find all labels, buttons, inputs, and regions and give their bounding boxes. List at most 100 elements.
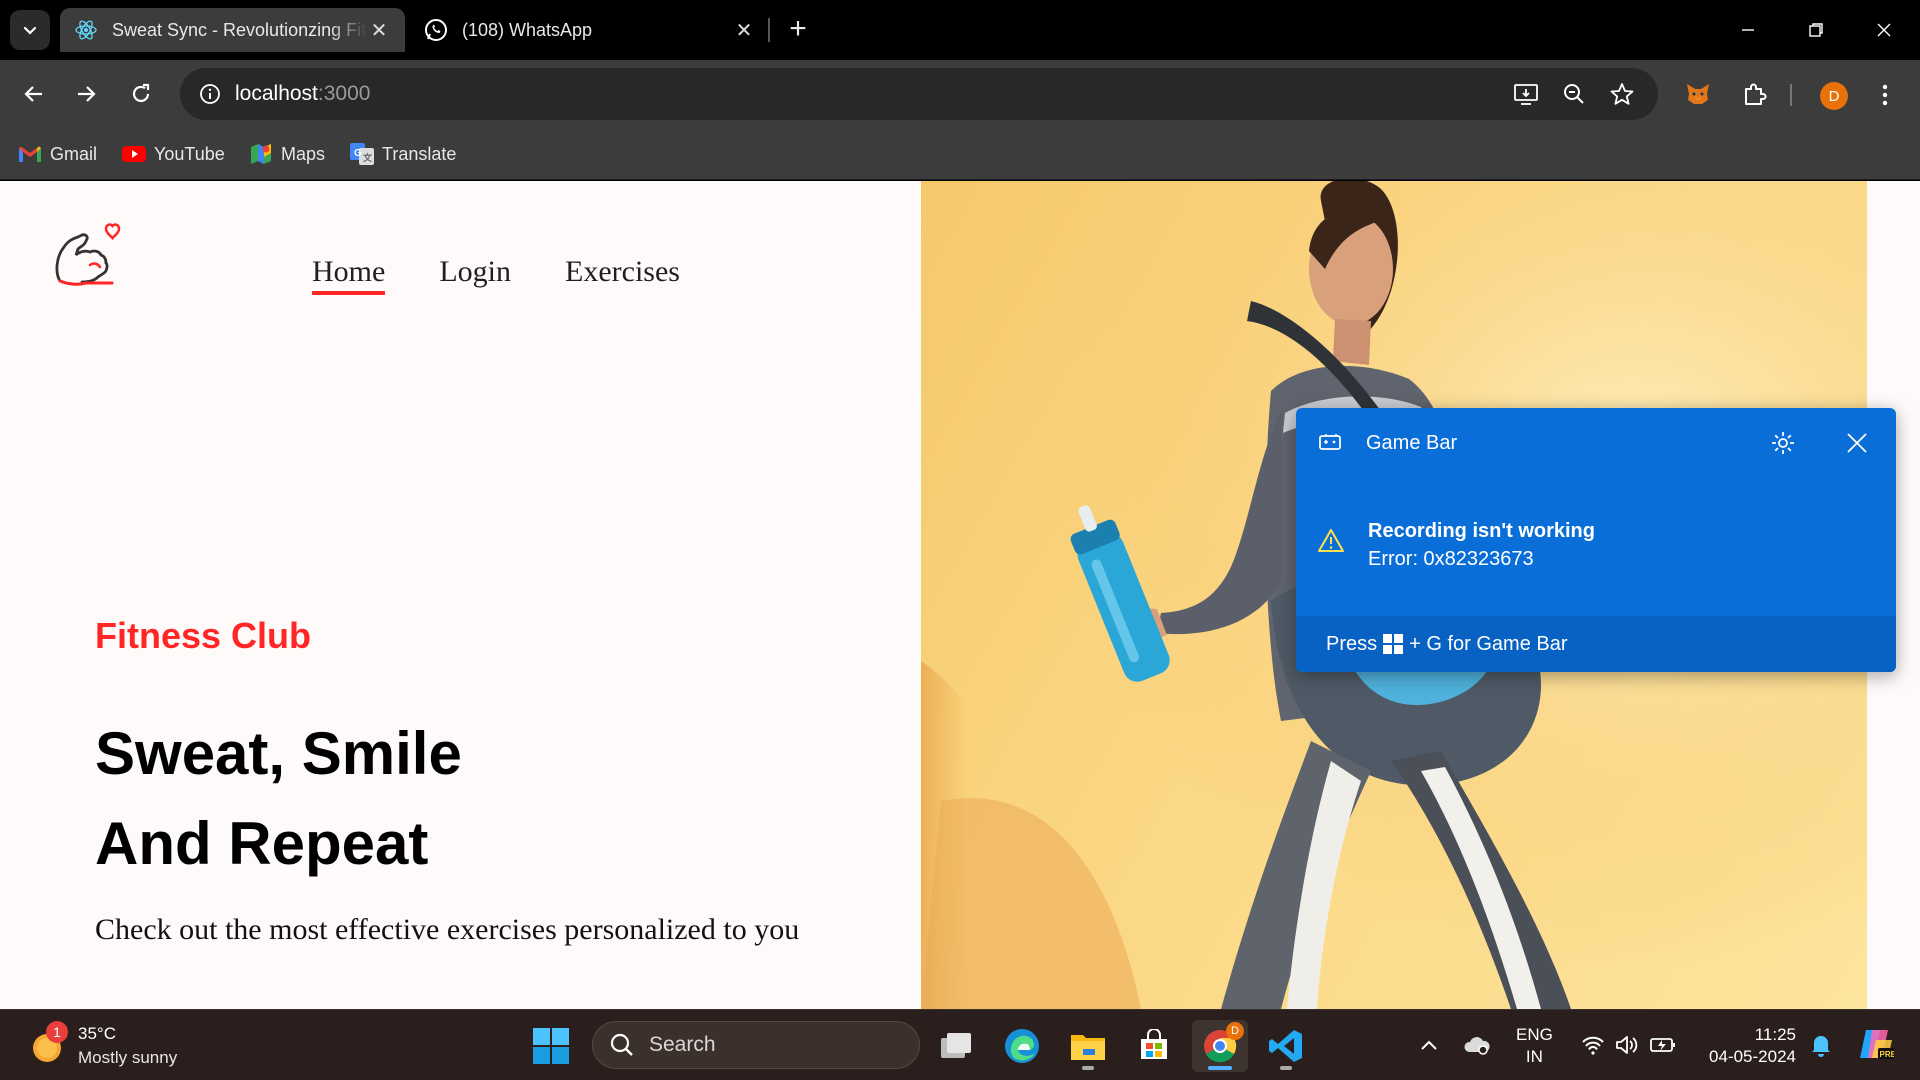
game-bar-body: Recording isn't working Error: 0x8232367… bbox=[1296, 478, 1896, 616]
taskbar-search[interactable]: Search bbox=[592, 1021, 920, 1069]
game-bar-title: Game Bar bbox=[1366, 432, 1458, 454]
tab-sweat-sync[interactable]: Sweat Sync - Revolutionzing Fitness ✕ bbox=[60, 8, 405, 52]
bookmark-star-button[interactable] bbox=[1608, 80, 1636, 108]
restore-button[interactable] bbox=[1788, 8, 1844, 52]
bookmarks-bar: Gmail YouTube Maps G文 Translate bbox=[0, 128, 1920, 180]
game-bar-heading: Recording isn't working bbox=[1368, 520, 1595, 542]
browser-toolbar: localhost:3000 D bbox=[0, 60, 1920, 128]
weather-widget[interactable]: 1 35°C Mostly sunny bbox=[28, 1021, 178, 1070]
running-indicator bbox=[1082, 1066, 1094, 1070]
url-text[interactable]: localhost:3000 bbox=[235, 82, 370, 106]
search-placeholder: Search bbox=[649, 1033, 716, 1056]
hero-subtitle: Check out the most effective exercises p… bbox=[95, 913, 800, 946]
task-view-icon bbox=[941, 1033, 971, 1058]
zoom-button[interactable] bbox=[1560, 80, 1588, 108]
windows-key-icon bbox=[1383, 634, 1404, 654]
store-icon bbox=[1141, 1029, 1167, 1059]
game-bar-footer[interactable]: Press + G for Game Bar bbox=[1296, 616, 1896, 672]
whatsapp-icon bbox=[424, 18, 448, 42]
bell-icon bbox=[1812, 1036, 1830, 1057]
close-icon[interactable]: ✕ bbox=[732, 18, 756, 42]
copilot-button[interactable]: PRE bbox=[1856, 1024, 1896, 1064]
taskbar-edge[interactable] bbox=[994, 1020, 1050, 1072]
wifi-icon bbox=[1582, 1036, 1604, 1055]
vscode-icon bbox=[1269, 1030, 1302, 1062]
site-info-button[interactable] bbox=[192, 76, 228, 112]
bookmark-gmail[interactable]: Gmail bbox=[18, 140, 97, 168]
zoom-out-icon bbox=[1564, 84, 1584, 104]
tray-wifi[interactable] bbox=[1578, 1030, 1608, 1060]
back-button[interactable] bbox=[14, 74, 54, 114]
close-icon[interactable] bbox=[1844, 430, 1870, 456]
new-tab-button[interactable]: + bbox=[780, 12, 816, 48]
address-bar[interactable]: localhost:3000 bbox=[180, 68, 1658, 120]
translate-icon: G文 bbox=[350, 142, 374, 166]
forward-button[interactable] bbox=[66, 74, 106, 114]
taskbar-chrome[interactable]: D bbox=[1192, 1020, 1248, 1072]
arrow-left-icon bbox=[24, 86, 42, 102]
nav-home[interactable]: Home bbox=[312, 255, 386, 295]
battery-charging-icon bbox=[1650, 1038, 1675, 1052]
tray-volume[interactable] bbox=[1612, 1030, 1642, 1060]
svg-text:文: 文 bbox=[362, 152, 373, 163]
arrow-right-icon bbox=[78, 86, 96, 102]
reload-icon bbox=[132, 83, 150, 103]
gear-icon[interactable] bbox=[1770, 430, 1796, 456]
kebab-menu-icon bbox=[1882, 84, 1888, 106]
taskbar-vscode[interactable] bbox=[1258, 1020, 1314, 1072]
nav-login[interactable]: Login bbox=[439, 255, 511, 295]
install-app-button[interactable] bbox=[1512, 80, 1540, 108]
bookmark-label: Translate bbox=[382, 143, 457, 164]
tray-onedrive[interactable] bbox=[1462, 1030, 1492, 1060]
sweat-sync-logo[interactable] bbox=[52, 221, 122, 293]
url-port: :3000 bbox=[317, 82, 371, 105]
search-icon bbox=[610, 1033, 633, 1056]
gmail-icon bbox=[18, 142, 42, 166]
weather-badge: 1 bbox=[46, 1021, 68, 1043]
copilot-icon: PRE bbox=[1860, 1030, 1894, 1059]
taskbar-clock[interactable]: 11:25 04-05-2024 bbox=[1696, 1024, 1796, 1068]
nav-exercises[interactable]: Exercises bbox=[565, 255, 680, 295]
notifications-button[interactable] bbox=[1806, 1030, 1836, 1060]
toolbar-separator bbox=[1790, 84, 1792, 106]
maps-icon bbox=[249, 142, 273, 166]
youtube-icon bbox=[122, 142, 146, 166]
tray-battery[interactable] bbox=[1648, 1030, 1678, 1060]
taskbar-task-view[interactable] bbox=[928, 1020, 984, 1072]
minimize-icon bbox=[1742, 29, 1754, 31]
tab-separator bbox=[768, 18, 770, 42]
warning-icon bbox=[1318, 529, 1344, 552]
bookmark-maps[interactable]: Maps bbox=[249, 140, 325, 168]
browser-menu-button[interactable] bbox=[1870, 80, 1900, 110]
windows-taskbar: 1 35°C Mostly sunny Search D ENG IN 11:2… bbox=[0, 1009, 1920, 1080]
folder-icon bbox=[1071, 1035, 1105, 1060]
hero-kicker: Fitness Club bbox=[95, 615, 312, 656]
start-button[interactable] bbox=[532, 1027, 570, 1065]
taskbar-store[interactable] bbox=[1126, 1020, 1182, 1072]
bookmark-translate[interactable]: G文 Translate bbox=[350, 140, 456, 168]
main-nav: Home Login Exercises bbox=[312, 255, 680, 295]
edge-icon bbox=[1005, 1029, 1039, 1063]
taskbar-file-explorer[interactable] bbox=[1060, 1020, 1116, 1072]
hero-title-line1: Sweat, Smile bbox=[95, 720, 462, 787]
close-icon bbox=[1877, 23, 1891, 37]
reload-button[interactable] bbox=[121, 74, 161, 114]
cloud-icon bbox=[1464, 1037, 1490, 1055]
puzzle-icon bbox=[1745, 83, 1767, 105]
minimize-button[interactable] bbox=[1720, 8, 1776, 52]
window-close-button[interactable] bbox=[1856, 8, 1912, 52]
tab-whatsapp[interactable]: (108) WhatsApp ✕ bbox=[410, 8, 770, 52]
url-host: localhost bbox=[235, 82, 318, 105]
close-icon[interactable]: ✕ bbox=[367, 18, 391, 42]
metamask-extension-button[interactable] bbox=[1678, 74, 1718, 114]
info-icon bbox=[200, 84, 220, 104]
svg-text:G: G bbox=[354, 148, 362, 159]
bookmark-youtube[interactable]: YouTube bbox=[122, 140, 225, 168]
extensions-button[interactable] bbox=[1734, 74, 1774, 114]
tray-overflow-button[interactable] bbox=[1414, 1030, 1444, 1060]
profile-avatar[interactable]: D bbox=[1820, 82, 1848, 110]
tab-search-button[interactable] bbox=[10, 10, 50, 50]
weather-condition: Mostly sunny bbox=[78, 1048, 178, 1067]
language-indicator[interactable]: ENG IN bbox=[1516, 1024, 1553, 1068]
running-indicator bbox=[1280, 1066, 1292, 1070]
